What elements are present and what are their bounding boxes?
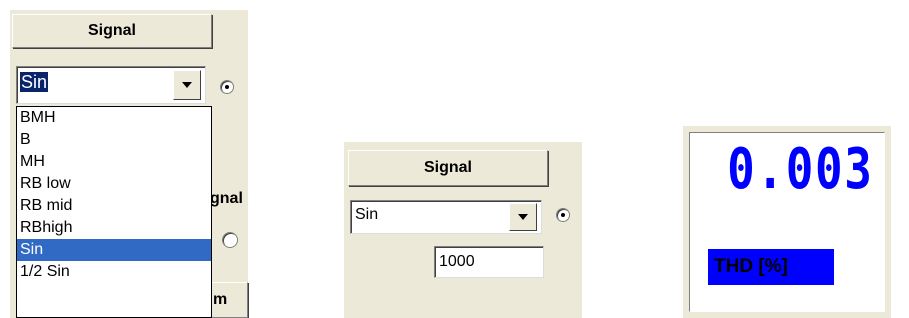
list-item[interactable]: B bbox=[17, 129, 211, 151]
dropdown-button[interactable] bbox=[173, 70, 201, 100]
thd-display-frame: 0.003 THD [%] bbox=[683, 126, 891, 318]
signal-combo[interactable]: Sin bbox=[16, 66, 206, 104]
list-item[interactable]: RBhigh bbox=[17, 217, 211, 239]
list-item[interactable]: RB mid bbox=[17, 195, 211, 217]
signal-button[interactable]: Signal bbox=[12, 14, 212, 48]
hidden-footer-fragment: m bbox=[213, 291, 228, 308]
signal-dropdown-list[interactable]: BMH B MH RB low RB mid RBhigh Sin 1/2 Si… bbox=[16, 106, 212, 318]
list-item[interactable]: BMH bbox=[17, 107, 211, 129]
chevron-down-icon bbox=[182, 82, 192, 88]
dropdown-button[interactable] bbox=[509, 203, 537, 231]
thd-display-screen: 0.003 THD [%] bbox=[689, 132, 885, 312]
list-item-selected[interactable]: Sin bbox=[17, 239, 211, 261]
radio-dot bbox=[561, 213, 565, 217]
signal-radio[interactable] bbox=[556, 208, 570, 222]
signal-button[interactable]: Signal bbox=[348, 150, 548, 186]
combo-value: Sin bbox=[20, 72, 49, 92]
combo-value: Sin bbox=[355, 206, 379, 223]
frequency-input[interactable]: 1000 bbox=[434, 246, 544, 278]
list-item[interactable]: 1/2 Sin bbox=[17, 261, 211, 283]
chevron-down-icon bbox=[518, 214, 528, 220]
second-radio[interactable] bbox=[222, 232, 238, 248]
hidden-label-fragment: gnal bbox=[210, 190, 243, 207]
thd-label: THD [%] bbox=[708, 249, 834, 285]
list-item[interactable]: MH bbox=[17, 151, 211, 173]
signal-combo[interactable]: Sin bbox=[350, 200, 542, 234]
list-item[interactable]: RB low bbox=[17, 173, 211, 195]
radio-dot bbox=[225, 85, 229, 89]
signal-radio[interactable] bbox=[220, 80, 234, 94]
thd-value: 0.003 bbox=[727, 137, 874, 202]
